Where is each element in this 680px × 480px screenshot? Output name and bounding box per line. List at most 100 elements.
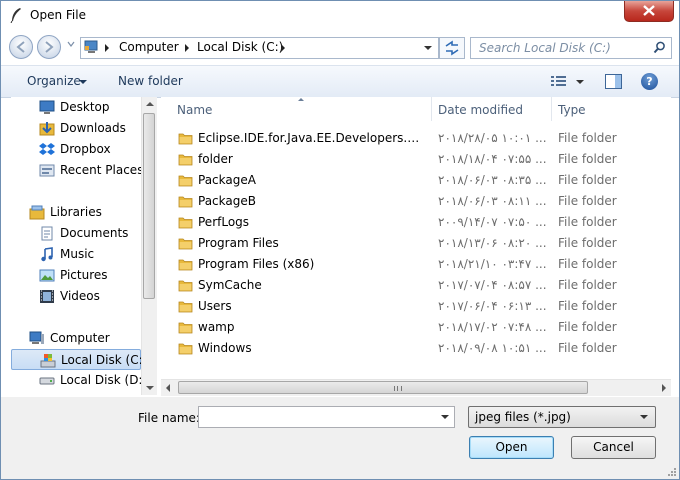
file-name: PackageB bbox=[198, 194, 256, 208]
search-icon[interactable] bbox=[653, 41, 666, 54]
file-date-modified: ۲۰۱۸/۱۷/۰۲ ۰۷:۴۸ ... bbox=[438, 320, 547, 334]
breadcrumb-separator-icon[interactable] bbox=[281, 44, 285, 52]
folder-icon bbox=[178, 343, 193, 355]
computer-icon bbox=[29, 331, 44, 344]
file-type: File folder bbox=[558, 299, 617, 313]
file-type: File folder bbox=[558, 278, 617, 292]
preview-pane-icon[interactable] bbox=[605, 74, 622, 89]
open-button[interactable]: Open bbox=[469, 436, 554, 459]
documents-icon bbox=[41, 226, 53, 241]
search-box[interactable]: Search Local Disk (C:) bbox=[470, 37, 672, 59]
resize-grip-icon[interactable] bbox=[667, 467, 677, 477]
file-row[interactable]: Users ۲۰۱۷/۰۶/۰۴ ۰۶:۱۳ ... File folder bbox=[161, 296, 631, 317]
file-name: Windows bbox=[198, 341, 252, 355]
nav-item-libraries[interactable]: Libraries bbox=[11, 202, 141, 223]
address-bar[interactable]: Computer Local Disk (C:) bbox=[80, 37, 439, 59]
view-options-chevron-icon[interactable] bbox=[576, 80, 584, 84]
organize-chevron-icon[interactable] bbox=[79, 80, 87, 84]
back-button[interactable] bbox=[9, 35, 33, 59]
file-type: File folder bbox=[558, 320, 617, 334]
column-header-date-modified[interactable]: Date modified bbox=[432, 97, 551, 121]
help-button[interactable]: ? bbox=[641, 73, 658, 90]
file-row[interactable]: folder ۲۰۱۸/۱۸/۰۴ ۰۷:۵۵ ... File folder bbox=[161, 149, 631, 170]
breadcrumb-computer[interactable]: Computer bbox=[119, 40, 179, 54]
column-header-type[interactable]: Type bbox=[552, 97, 662, 121]
file-row[interactable]: PackageA ۲۰۱۸/۰۶/۰۳ ۰۸:۳۵ ... File folder bbox=[161, 170, 631, 191]
title-bar[interactable]: Open File bbox=[1, 1, 679, 31]
organize-button[interactable]: Organize bbox=[27, 74, 81, 88]
file-date-modified: ۲۰۱۸/۰۶/۰۳ ۰۸:۳۵ ... bbox=[438, 173, 547, 187]
nav-item-local-disk-d[interactable]: Local Disk (D:) bbox=[11, 370, 147, 391]
nav-item-dropbox[interactable]: Dropbox bbox=[11, 139, 141, 160]
file-type-select[interactable]: jpeg files (*.jpg) bbox=[468, 406, 656, 428]
nav-item-videos[interactable]: Videos bbox=[11, 286, 141, 307]
nav-item-downloads[interactable]: Downloads bbox=[11, 118, 141, 139]
column-header-name[interactable]: Name bbox=[161, 97, 431, 121]
nav-item-desktop[interactable]: Desktop bbox=[11, 97, 141, 118]
breadcrumb-local-disk-c[interactable]: Local Disk (C:) bbox=[197, 40, 283, 54]
file-date-modified: ۲۰۱۸/۰۶/۰۳ ۰۸:۱۱ ... bbox=[438, 194, 547, 208]
nav-item-music[interactable]: Music bbox=[11, 244, 141, 265]
file-name: Eclipse.IDE.for.Java.EE.Developers.Neon.… bbox=[198, 131, 423, 145]
close-button[interactable] bbox=[624, 1, 674, 22]
breadcrumb-separator-icon[interactable] bbox=[105, 44, 109, 52]
search-input[interactable]: Search Local Disk (C:) bbox=[479, 41, 611, 55]
file-list-horizontal-scrollbar[interactable] bbox=[161, 379, 671, 396]
scroll-left-icon[interactable] bbox=[166, 384, 170, 392]
drive-d-icon bbox=[39, 377, 55, 385]
file-name-field[interactable] bbox=[198, 406, 455, 428]
navigation-scrollbar[interactable] bbox=[141, 97, 157, 395]
forward-button[interactable] bbox=[37, 35, 61, 59]
folder-icon bbox=[178, 133, 193, 145]
nav-item-documents[interactable]: Documents bbox=[11, 223, 141, 244]
file-name: Users bbox=[198, 299, 232, 313]
scroll-up-icon[interactable] bbox=[146, 102, 154, 106]
navigation-scroll-thumb[interactable] bbox=[143, 113, 155, 299]
new-folder-button[interactable]: New folder bbox=[118, 74, 183, 88]
refresh-icon bbox=[445, 40, 459, 56]
nav-item-recent-places[interactable]: Recent Places bbox=[11, 160, 143, 181]
file-row[interactable]: Windows ۲۰۱۸/۰۹/۰۸ ۱۰:۵۱ ... File folder bbox=[161, 338, 631, 359]
horizontal-scroll-thumb[interactable] bbox=[178, 381, 588, 394]
address-dropdown-icon[interactable] bbox=[424, 46, 432, 50]
pictures-icon bbox=[39, 269, 55, 282]
file-row[interactable]: Program Files ۲۰۱۸/۱۳/۰۶ ۰۸:۲۰ ... File fo… bbox=[161, 233, 631, 254]
folder-icon bbox=[178, 322, 193, 334]
scroll-grip-icon bbox=[394, 386, 402, 391]
breadcrumb-separator-icon[interactable] bbox=[185, 44, 189, 52]
file-row[interactable]: Eclipse.IDE.for.Java.EE.Developers.Neon.… bbox=[161, 128, 631, 149]
view-options-icon[interactable] bbox=[551, 75, 567, 88]
file-name: Program Files (x86) bbox=[198, 257, 315, 271]
file-name-dropdown-icon[interactable] bbox=[441, 415, 449, 419]
recent-pages-chevron-icon[interactable] bbox=[67, 40, 75, 48]
file-type-dropdown-icon[interactable] bbox=[640, 415, 648, 419]
folder-icon bbox=[178, 175, 193, 187]
desktop-icon bbox=[39, 100, 55, 114]
refresh-button[interactable] bbox=[439, 37, 465, 59]
dialog-footer: File name: jpeg files (*.jpg) Open Cance… bbox=[1, 397, 679, 479]
file-type: File folder bbox=[558, 215, 617, 229]
scroll-right-icon[interactable] bbox=[662, 384, 666, 392]
file-row[interactable]: PackageB ۲۰۱۸/۰۶/۰۳ ۰۸:۱۱ ... File folder bbox=[161, 191, 631, 212]
file-row[interactable]: SymCache ۲۰۱۷/۰۷/۰۴ ۰۸:۵۷ ... File folder bbox=[161, 275, 631, 296]
drive-c-icon bbox=[40, 354, 56, 368]
file-name: SymCache bbox=[198, 278, 262, 292]
recent-places-icon bbox=[39, 164, 55, 177]
file-type: File folder bbox=[558, 173, 617, 187]
nav-item-pictures[interactable]: Pictures bbox=[11, 265, 141, 286]
file-row[interactable]: Program Files (x86) ۲۰۱۸/۲۱/۱۰ ۰۳:۴۷ ... F… bbox=[161, 254, 631, 275]
file-name: wamp bbox=[198, 320, 235, 334]
scroll-down-icon[interactable] bbox=[146, 386, 154, 390]
navigation-pane: Desktop Downloads Dropbox Recent Places … bbox=[11, 97, 156, 395]
file-list: Name Date modified Type Eclipse.IDE.for.… bbox=[161, 97, 671, 395]
cancel-button[interactable]: Cancel bbox=[571, 436, 656, 459]
file-name: PackageA bbox=[198, 173, 256, 187]
folder-icon bbox=[178, 280, 193, 292]
feather-icon bbox=[10, 8, 21, 23]
folder-icon bbox=[178, 259, 193, 271]
file-row[interactable]: PerfLogs ۲۰۰۹/۱۴/۰۷ ۰۷:۵۰ ... File folder bbox=[161, 212, 631, 233]
videos-icon bbox=[40, 290, 54, 303]
nav-item-local-disk-c[interactable]: Local Disk (C:) bbox=[11, 349, 147, 370]
nav-item-computer[interactable]: Computer bbox=[11, 328, 141, 349]
file-row[interactable]: wamp ۲۰۱۸/۱۷/۰۲ ۰۷:۴۸ ... File folder bbox=[161, 317, 631, 338]
